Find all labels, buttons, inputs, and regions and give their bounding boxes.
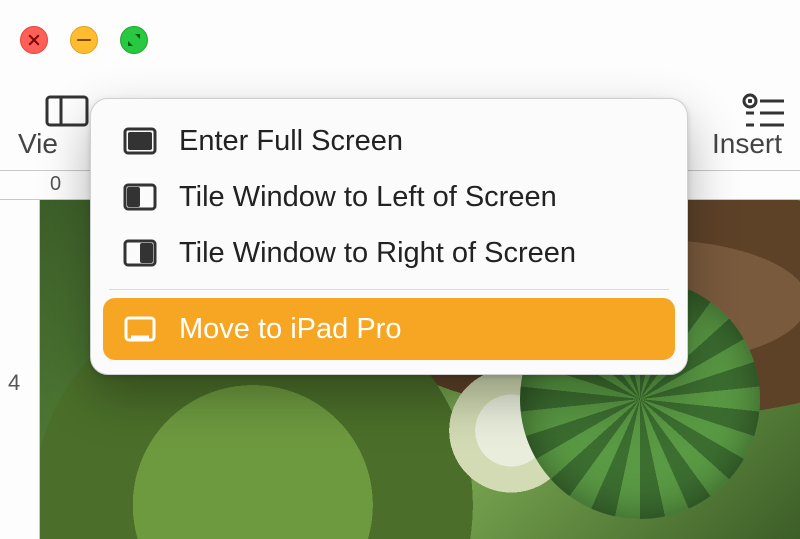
- tile-right-icon: [123, 239, 157, 267]
- menu-item-label: Tile Window to Left of Screen: [179, 181, 557, 214]
- toolbar-group-label-insert: Insert: [712, 128, 782, 160]
- menu-item-tile-right[interactable]: Tile Window to Right of Screen: [103, 225, 675, 281]
- toolbar-group-label-view: Vie: [18, 128, 58, 160]
- menu-separator: [109, 289, 669, 290]
- ruler-h-tick: 0: [50, 173, 61, 196]
- window-controls: [20, 26, 148, 54]
- menu-item-label: Tile Window to Right of Screen: [179, 237, 576, 270]
- zoom-window-button[interactable]: [120, 26, 148, 54]
- ipad-icon: [123, 315, 157, 343]
- minimize-window-button[interactable]: [70, 26, 98, 54]
- menu-item-move-to-ipad[interactable]: Move to iPad Pro: [103, 298, 675, 360]
- close-window-button[interactable]: [20, 26, 48, 54]
- window-zoom-menu: Enter Full Screen Tile Window to Left of…: [90, 98, 688, 375]
- vertical-ruler: 4: [0, 200, 40, 539]
- app-window: Vie Insert 0 4 Enter Full Screen Tile Wi…: [0, 0, 800, 539]
- ruler-v-tick: 4: [8, 370, 20, 396]
- menu-item-enter-full-screen[interactable]: Enter Full Screen: [103, 113, 675, 169]
- fullscreen-icon: [123, 127, 157, 155]
- menu-item-tile-left[interactable]: Tile Window to Left of Screen: [103, 169, 675, 225]
- menu-item-label: Enter Full Screen: [179, 125, 403, 158]
- menu-item-label: Move to iPad Pro: [179, 313, 401, 346]
- tile-left-icon: [123, 183, 157, 211]
